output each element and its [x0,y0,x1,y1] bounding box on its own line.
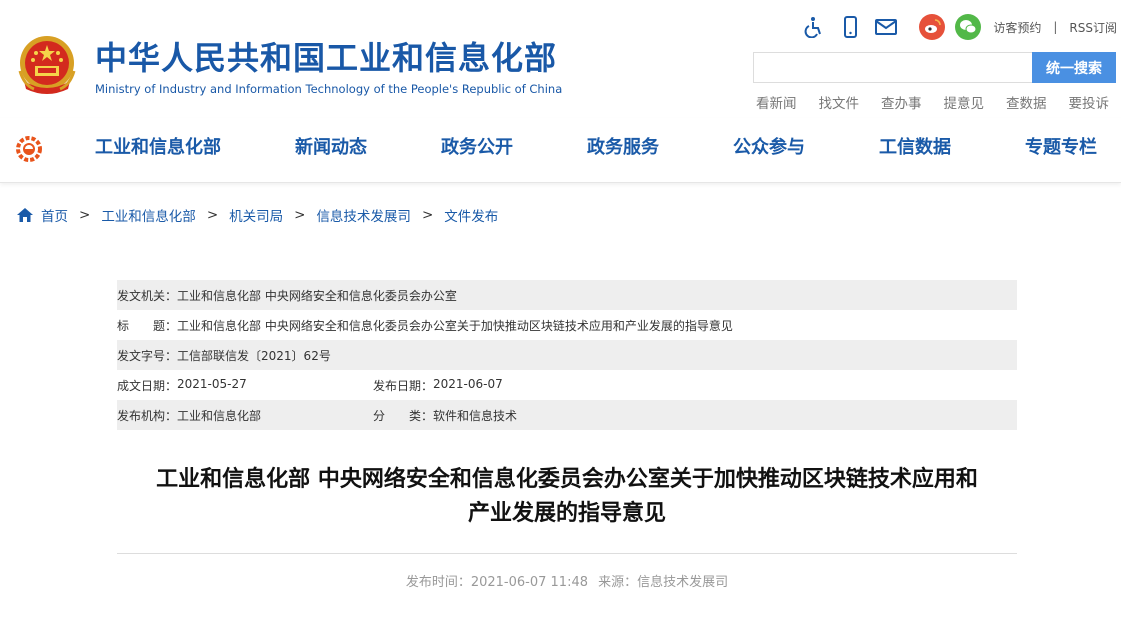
quick-link-feedback[interactable]: 提意见 [944,92,985,112]
quick-link-services[interactable]: 查办事 [881,92,922,112]
meta-label-publisher: 发布机构： [117,408,178,423]
breadcrumb: 首页 > 工业和信息化部 > 机关司局 > 信息技术发展司 > 文件发布 [16,205,498,225]
mail-icon[interactable] [871,12,901,42]
rss-link[interactable]: RSS订阅 [1069,19,1117,36]
nav-item-services[interactable]: 政务服务 [587,136,659,160]
accessibility-icon[interactable] [799,12,829,42]
meta-row-title: 标 题： 工业和信息化部 中央网络安全和信息化委员会办公室关于加快推动区块链技术… [117,310,1017,340]
search-button[interactable]: 统一搜索 [1032,52,1116,83]
breadcrumb-arrow: > [421,207,434,223]
meta-cell-publisher: 发布机构： 工业和信息化部 [117,407,261,424]
quick-link-news[interactable]: 看新闻 [756,92,797,112]
article-publish-time: 发布时间：2021-06-07 11:48 [405,575,588,590]
meta-label-doc-number: 发文字号： [117,348,178,363]
nav-item-miit[interactable]: 工业和信息化部 [95,136,221,160]
mobile-icon[interactable] [835,12,865,42]
meta-row-issuer: 发文机关： 工业和信息化部 中央网络安全和信息化委员会办公室 [117,280,1017,310]
breadcrumb-home[interactable]: 首页 [41,205,68,225]
breadcrumb-file-release[interactable]: 文件发布 [444,205,498,225]
meta-value-title: 工业和信息化部 中央网络安全和信息化委员会办公室关于加快推动区块链技术应用和产业… [177,318,733,333]
breadcrumb-miit[interactable]: 工业和信息化部 [101,205,196,225]
meta-value-created: 2021-05-27 [177,376,247,391]
nav-item-special-topics[interactable]: 专题专栏 [1025,136,1097,160]
top-tools: 访客预约 | RSS订阅 [793,12,1117,42]
nav-item-data[interactable]: 工信数据 [879,136,951,160]
meta-cell-published: 发布日期： 2021-06-07 [373,377,503,394]
meta-label-title: 标 题： [117,318,178,333]
meta-value-published: 2021-06-07 [433,376,503,391]
weibo-icon[interactable] [917,12,947,42]
quick-link-data[interactable]: 查数据 [1006,92,1047,112]
meta-value-issuer: 工业和信息化部 中央网络安全和信息化委员会办公室 [177,288,457,303]
article-title: 工业和信息化部 中央网络安全和信息化委员会办公室关于加快推动区块链技术应用和 产… [117,463,1017,531]
article-title-line-2: 产业发展的指导意见 [467,501,666,526]
meta-value-doc-number: 工信部联信发〔2021〕62号 [177,348,331,363]
meta-value-category: 软件和信息技术 [433,408,518,423]
site-title[interactable]: 中华人民共和国工业和信息化部 [95,40,557,76]
meta-cell-created: 成文日期： 2021-05-27 [117,377,247,394]
meta-row-dates: 成文日期： 2021-05-27 发布日期： 2021-06-07 [117,370,1017,400]
site-subtitle: Ministry of Industry and Information Tec… [95,82,563,96]
article-source: 来源：信息技术发展司 [598,575,729,590]
main-nav: 工业和信息化部 新闻动态 政务公开 政务服务 公众参与 工信数据 专题专栏 [0,118,1121,183]
search-input[interactable] [754,53,1032,82]
miit-logo-icon[interactable] [14,134,44,164]
quick-link-complaint[interactable]: 要投诉 [1069,92,1110,112]
site-header: 中华人民共和国工业和信息化部 Ministry of Industry and … [0,0,1121,118]
visitor-appointment-link[interactable]: 访客预约 [993,19,1041,36]
article-title-line-1: 工业和信息化部 中央网络安全和信息化委员会办公室关于加快推动区块链技术应用和 [156,467,978,492]
breadcrumb-arrow: > [79,207,91,223]
breadcrumb-it-dept[interactable]: 信息技术发展司 [316,205,411,225]
nav-item-public-participation[interactable]: 公众参与 [733,136,805,160]
meta-label-issuer: 发文机关： [117,288,178,303]
meta-label-created: 成文日期： [117,378,178,393]
quick-link-files[interactable]: 找文件 [819,92,860,112]
meta-row-publisher: 发布机构： 工业和信息化部 分 类： 软件和信息技术 [117,400,1017,430]
meta-cell-category: 分 类： 软件和信息技术 [373,407,517,424]
nav-item-government-affairs[interactable]: 政务公开 [441,136,513,160]
breadcrumb-arrow: > [294,207,306,223]
link-separator: | [1053,20,1058,34]
national-emblem-logo[interactable] [14,33,80,99]
meta-row-doc-number: 发文字号： 工信部联信发〔2021〕62号 [117,340,1017,370]
home-icon[interactable] [16,206,34,224]
article-meta: 发布时间：2021-06-07 11:48 来源：信息技术发展司 [117,571,1017,590]
quick-links: 看新闻 找文件 查办事 提意见 查数据 要投诉 [734,92,1109,112]
breadcrumb-departments[interactable]: 机关司局 [229,205,283,225]
search-box: 统一搜索 [753,52,1116,83]
meta-label-category: 分 类： [373,408,434,423]
wechat-icon[interactable] [953,12,983,42]
nav-item-news[interactable]: 新闻动态 [295,136,367,160]
meta-value-publisher: 工业和信息化部 [177,408,262,423]
document-meta-table: 发文机关： 工业和信息化部 中央网络安全和信息化委员会办公室 标 题： 工业和信… [117,280,1017,430]
breadcrumb-arrow: > [206,207,219,223]
meta-label-published: 发布日期： [373,378,434,393]
title-divider [117,553,1017,554]
